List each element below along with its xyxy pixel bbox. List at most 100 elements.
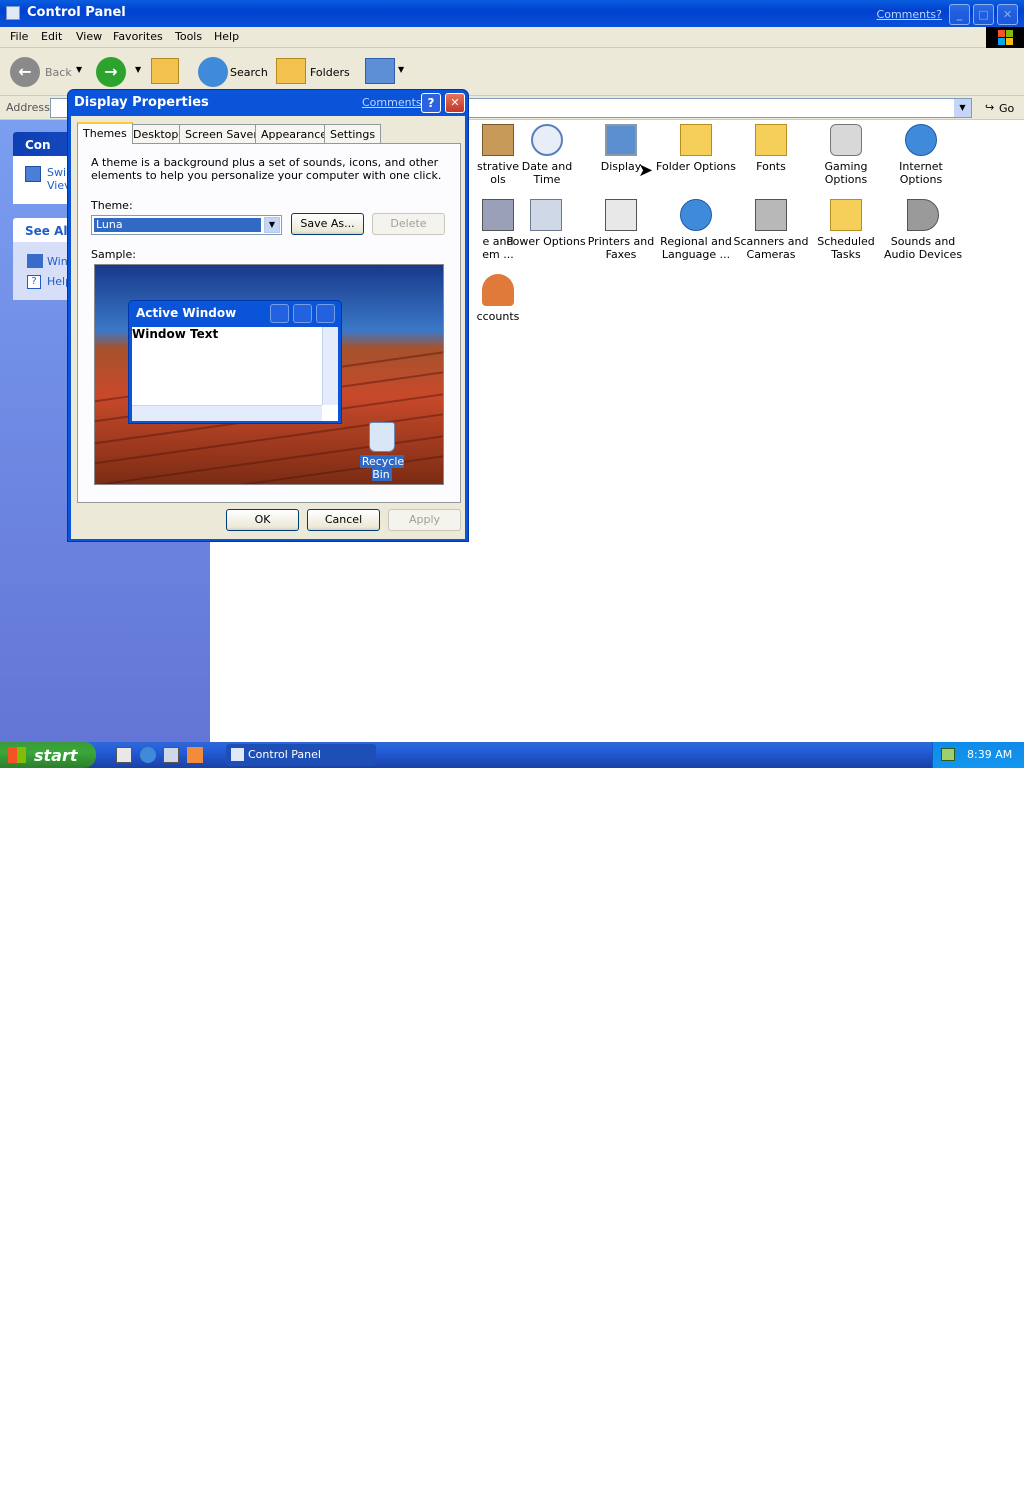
tab-appearance[interactable]: Appearance (255, 124, 334, 144)
go-button[interactable]: Go (999, 102, 1014, 115)
search-button[interactable]: Search (230, 66, 268, 79)
menu-help[interactable]: Help (214, 30, 239, 43)
sample-close-icon (316, 304, 335, 323)
cancel-button[interactable]: Cancel (307, 509, 380, 531)
dialog-title: Display Properties (74, 95, 209, 110)
quicklaunch-explorer-icon[interactable] (163, 747, 179, 763)
cp-item-regional-language[interactable]: Regional and Language ... (656, 199, 736, 261)
cp-item-folder-options[interactable]: Folder Options (656, 124, 736, 173)
back-button[interactable]: Back (45, 66, 72, 79)
scanner-camera-icon (755, 199, 787, 231)
fonts-folder-icon (755, 124, 787, 156)
display-properties-dialog: Display Properties Comments? ? ✕ Themes … (67, 89, 469, 542)
cp-item-fonts[interactable]: Fonts (731, 124, 811, 173)
delete-button[interactable]: Delete (372, 213, 445, 235)
sample-window-area: Window Text (132, 327, 338, 421)
go-arrow-icon[interactable]: ↪ (985, 101, 994, 114)
control-panel-icon (6, 6, 20, 20)
save-as-button[interactable]: Save As... (291, 213, 364, 235)
cp-item-user-accounts[interactable]: ccounts (458, 274, 538, 323)
help-icon: ? (27, 275, 41, 289)
cp-item-scanners-cameras[interactable]: Scanners and Cameras (731, 199, 811, 261)
tab-themes[interactable]: Themes (77, 122, 133, 144)
windows-update-link[interactable]: Win (47, 255, 68, 268)
menu-edit[interactable]: Edit (41, 30, 62, 43)
power-plug-icon (530, 199, 562, 231)
printer-icon (605, 199, 637, 231)
cp-item-internet-options[interactable]: Internet Options (881, 124, 961, 186)
task-control-panel-icon (231, 748, 244, 761)
dialog-title-bar[interactable]: Display Properties Comments? ? ✕ (68, 90, 468, 115)
theme-description: A theme is a background plus a set of so… (91, 156, 442, 182)
cp-item-printers-faxes[interactable]: Printers and Faxes (581, 199, 661, 261)
views-icon[interactable] (365, 58, 395, 84)
cp-item-sounds-audio[interactable]: Sounds and Audio Devices (881, 199, 965, 261)
regional-globe-icon (680, 199, 712, 231)
maximize-button[interactable]: □ (973, 4, 994, 25)
comments-link[interactable]: Comments? (877, 8, 942, 21)
switch-view-link[interactable]: Swi (47, 166, 66, 179)
cp-item-date-time[interactable]: Date and Time (507, 124, 587, 186)
dialog-close-button[interactable]: ✕ (445, 93, 465, 113)
address-dropdown-icon[interactable]: ▼ (954, 99, 971, 117)
theme-label: Theme: (91, 199, 133, 212)
mouse-cursor-icon: ➤ (638, 160, 654, 181)
title-bar[interactable]: Control Panel Comments? _ □ ✕ (0, 0, 1024, 27)
sample-horizontal-scrollbar (132, 405, 322, 421)
quicklaunch-ie-icon[interactable] (140, 747, 156, 763)
taskbar: start Control Panel The Collection Book … (0, 742, 1024, 1495)
theme-select[interactable]: Luna ▼ (91, 215, 282, 235)
theme-sample-preview: Active Window Window Text Recycle Bin (94, 264, 444, 485)
back-arrow-icon[interactable]: ← (10, 57, 40, 87)
folders-button[interactable]: Folders (310, 66, 350, 79)
tab-desktop[interactable]: Desktop (127, 124, 185, 144)
joystick-icon (830, 124, 862, 156)
forward-dropdown-icon[interactable]: ▼ (135, 65, 141, 74)
views-dropdown-icon[interactable]: ▼ (398, 65, 404, 74)
close-button[interactable]: ✕ (997, 4, 1018, 25)
taskbar-control-panel[interactable]: Control Panel (226, 744, 376, 766)
folders-icon[interactable] (276, 58, 306, 84)
windows-update-icon (27, 254, 43, 268)
cp-item-scheduled-tasks[interactable]: Scheduled Tasks (806, 199, 886, 261)
menu-tools[interactable]: Tools (175, 30, 202, 43)
apply-button[interactable]: Apply (388, 509, 461, 531)
up-folder-icon[interactable] (151, 58, 179, 84)
scheduled-tasks-icon (830, 199, 862, 231)
clock[interactable]: 8:39 AM (967, 748, 1012, 761)
user-accounts-icon (482, 274, 514, 306)
themes-pane: A theme is a background plus a set of so… (77, 143, 461, 503)
sample-window-title: Active Window (136, 306, 237, 320)
minimize-button[interactable]: _ (949, 4, 970, 25)
clock-icon (531, 124, 563, 156)
network-icon[interactable] (941, 748, 955, 761)
sample-vertical-scrollbar (322, 327, 338, 405)
sample-recycle-bin: Recycle Bin (351, 422, 413, 481)
quicklaunch-show-desktop-icon[interactable] (116, 747, 132, 763)
menu-favorites[interactable]: Favorites (113, 30, 163, 43)
help-button[interactable]: ? (421, 93, 441, 113)
display-monitor-icon (605, 124, 637, 156)
theme-selected-value: Luna (94, 218, 261, 232)
chevron-down-icon[interactable]: ▼ (264, 217, 280, 233)
start-button[interactable]: start (0, 742, 96, 768)
sample-minimize-icon (270, 304, 289, 323)
dialog-comments-link[interactable]: Comments? (362, 96, 427, 109)
back-dropdown-icon[interactable]: ▼ (76, 65, 82, 74)
cp-item-power-options[interactable]: Power Options (506, 199, 586, 248)
cp-item-gaming-options[interactable]: Gaming Options (806, 124, 886, 186)
folder-options-icon (680, 124, 712, 156)
address-label: Address (6, 101, 50, 114)
sample-maximize-icon (293, 304, 312, 323)
tab-screen-saver[interactable]: Screen Saver (179, 124, 264, 144)
menu-file[interactable]: File (10, 30, 28, 43)
search-icon[interactable] (198, 57, 228, 87)
recycle-bin-label: Recycle Bin (359, 455, 405, 481)
menu-view[interactable]: View (76, 30, 102, 43)
switch-view-icon (25, 166, 41, 182)
ok-button[interactable]: OK (226, 509, 299, 531)
forward-arrow-icon[interactable]: → (96, 57, 126, 87)
quicklaunch-media-icon[interactable] (187, 747, 203, 763)
window-title: Control Panel (27, 5, 126, 20)
tab-settings[interactable]: Settings (324, 124, 382, 144)
